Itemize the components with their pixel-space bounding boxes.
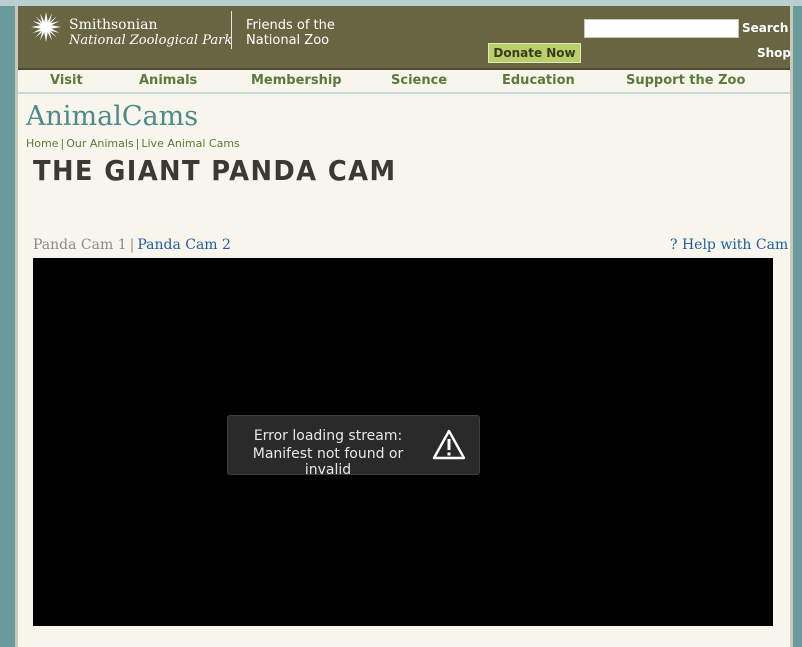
search-input[interactable] [584,19,739,38]
page-title: THE GIANT PANDA CAM [33,154,397,187]
smithsonian-sun-icon[interactable] [30,11,62,43]
logo-national-zoological-park[interactable]: National Zoological Park [69,33,232,48]
nav-item-education[interactable]: Education [502,73,575,88]
main-nav: Visit Animals Membership Science Educati… [18,70,790,94]
cam-tabs: Panda Cam 1 | Panda Cam 2 [33,237,231,253]
stream-error-message: Error loading stream: Manifest not found… [227,415,480,478]
error-line-1: Error loading stream: [253,428,403,444]
breadcrumb-separator: | [135,137,140,150]
tab-separator: | [129,237,135,253]
friends-logo-line1[interactable]: Friends of the [246,18,335,33]
tab-panda-cam-1[interactable]: Panda Cam 1 [33,237,127,253]
search-button[interactable]: Search [742,21,788,35]
nav-item-membership[interactable]: Membership [251,73,342,88]
warning-triangle-icon [432,429,466,460]
shop-link[interactable]: Shop [757,46,791,60]
nav-item-animals[interactable]: Animals [139,73,197,88]
help-with-cam-link[interactable]: ? Help with Cam [670,237,788,253]
site-title-animalcams[interactable]: AnimalCams [26,101,198,132]
page-container: Smithsonian National Zoological Park Fri… [15,6,793,647]
nav-item-science[interactable]: Science [391,73,447,88]
breadcrumb-our-animals[interactable]: Our Animals [66,137,133,150]
nav-item-visit[interactable]: Visit [50,73,83,88]
video-player[interactable]: Error loading stream: Manifest not found… [33,258,773,626]
logo-divider [231,11,232,49]
site-header: Smithsonian National Zoological Park Fri… [18,6,791,70]
logo-smithsonian[interactable]: Smithsonian [69,17,157,33]
nav-item-support-the-zoo[interactable]: Support the Zoo [626,73,745,88]
breadcrumb: Home | Our Animals | Live Animal Cams [26,137,240,150]
breadcrumb-live-animal-cams[interactable]: Live Animal Cams [141,137,239,150]
breadcrumb-home[interactable]: Home [26,137,58,150]
friends-logo-line2[interactable]: National Zoo [246,33,329,48]
donate-now-button[interactable]: Donate Now [488,43,581,63]
tab-panda-cam-2[interactable]: Panda Cam 2 [137,237,231,253]
breadcrumb-separator: | [60,137,65,150]
error-line-2: Manifest not found or invalid [252,446,404,478]
